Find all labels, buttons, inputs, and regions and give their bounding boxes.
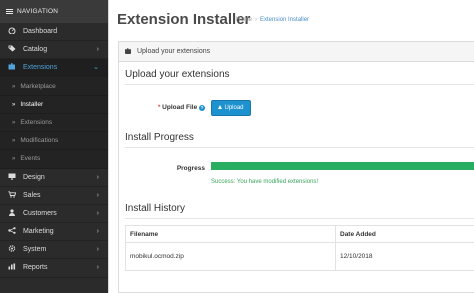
share-icon (8, 227, 16, 234)
table-row: mobikul.ocmod.zip 12/10/2018 (125, 242, 474, 271)
double-chevron-icon: » (12, 138, 16, 145)
sidebar-item-label: Customers (22, 209, 57, 217)
sidebar-menu: Dashboard Catalog › Extensions ⌄ » Market… (0, 23, 108, 278)
sidebar-item-sales[interactable]: Sales › (0, 187, 108, 205)
user-icon (9, 209, 15, 216)
sidebar-subitem-marketplace[interactable]: » Marketplace (0, 77, 108, 96)
chevron-right-icon: › (96, 173, 99, 181)
sidebar-item-marketing[interactable]: Marketing › (0, 223, 108, 242)
sidebar-item-label: Marketing (22, 228, 54, 236)
chevron-right-icon: › (96, 209, 99, 217)
chevron-right-icon: › (96, 191, 99, 199)
double-chevron-icon: » (12, 101, 16, 108)
puzzle-icon (8, 63, 15, 70)
page-title: Extension Installer (117, 11, 251, 28)
chevron-down-icon: ⌄ (93, 64, 99, 72)
upload-file-label: * Upload File ? (139, 104, 205, 111)
monitor-icon (8, 173, 16, 180)
sidebar-item-label: Catalog (22, 46, 48, 54)
sidebar-item-label: System (22, 246, 47, 254)
chevron-right-icon: › (96, 264, 99, 272)
section-divider (125, 218, 474, 219)
sidebar-subitem-label: Extensions (20, 118, 53, 126)
success-message: Success: You have modified extensions! (211, 179, 319, 185)
section-divider (125, 147, 474, 148)
breadcrumb-current[interactable]: Extension Installer (260, 17, 309, 23)
sidebar-item-label: Dashboard (22, 28, 58, 35)
sidebar-item-reports[interactable]: Reports › (0, 259, 108, 278)
double-chevron-icon: » (12, 119, 16, 126)
upload-section-title: Upload your extensions (125, 69, 230, 80)
install-history-title: Install History (125, 203, 186, 214)
chevron-right-icon: › (96, 246, 99, 254)
cog-icon (8, 245, 16, 252)
panel-heading: Upload your extensions (119, 42, 474, 62)
navigation-header-label: NAVIGATION (17, 8, 59, 15)
hamburger-icon (6, 8, 13, 15)
install-progress-bar (211, 162, 474, 170)
cart-icon (8, 191, 16, 198)
history-date-cell: 12/10/2018 (335, 242, 474, 271)
sidebar-item-extensions[interactable]: Extensions ⌄ (0, 59, 108, 78)
sidebar-subitem-label: Installer (20, 100, 44, 108)
panel-heading-label: Upload your extensions (136, 48, 211, 55)
sidebar-item-label: Extensions (22, 64, 58, 72)
table-header-row: Filename Date Added (125, 225, 474, 243)
main-content: Extension Installer Home › Extension Insta… (109, 0, 474, 293)
navigation-header[interactable]: NAVIGATION (0, 0, 108, 23)
chevron-right-icon: › (96, 46, 99, 54)
sidebar-item-system[interactable]: System › (0, 241, 108, 260)
double-chevron-icon: » (12, 156, 16, 163)
sidebar-item-label: Sales (22, 191, 41, 199)
sidebar-subitem-extensions[interactable]: » Extensions (0, 113, 108, 133)
install-history-table: Filename Date Added mobikul.ocmod.zip 12… (125, 225, 474, 271)
history-filename-cell: mobikul.ocmod.zip (125, 242, 336, 271)
upload-button[interactable]: Upload (211, 100, 251, 116)
breadcrumb: Home › Extension Installer (236, 17, 309, 23)
sidebar-item-customers[interactable]: Customers › (0, 205, 108, 224)
breadcrumb-home[interactable]: Home (236, 17, 252, 23)
chevron-right-icon: › (96, 228, 99, 236)
sidebar-subitem-installer[interactable]: » Installer (0, 95, 108, 114)
sidebar-item-label: Reports (22, 264, 48, 272)
sidebar-item-dashboard[interactable]: Dashboard (0, 23, 108, 42)
sidebar-item-design[interactable]: Design › (0, 169, 108, 187)
sidebar-item-catalog[interactable]: Catalog › (0, 41, 108, 60)
required-mark: * (157, 104, 161, 111)
sidebar-item-label: Design (22, 173, 45, 181)
sidebar-subitem-events[interactable]: » Events (0, 150, 108, 169)
bar-chart-icon (8, 263, 16, 270)
upload-button-label: Upload (224, 105, 244, 111)
puzzle-icon (125, 48, 131, 54)
column-header-filename: Filename (125, 225, 336, 243)
dashboard-icon (8, 27, 16, 34)
section-divider (125, 84, 474, 85)
sidebar-subitem-label: Events (20, 155, 41, 163)
breadcrumb-separator: › (255, 17, 258, 23)
column-header-date-added: Date Added (335, 225, 474, 243)
progress-label: Progress (176, 165, 205, 172)
sidebar-subitem-label: Marketplace (20, 82, 56, 90)
double-chevron-icon: » (12, 83, 16, 90)
sidebar: NAVIGATION Dashboard Catalog › Extension… (0, 0, 108, 293)
help-icon[interactable]: ? (199, 105, 205, 111)
install-progress-fill (211, 162, 474, 170)
upload-icon (218, 105, 223, 109)
sidebar-subitem-modifications[interactable]: » Modifications (0, 132, 108, 151)
install-progress-title: Install Progress (125, 132, 194, 143)
sidebar-subitem-label: Modifications (20, 137, 59, 145)
tag-icon (8, 45, 16, 52)
upload-panel: Upload your extensions Upload your exten… (118, 41, 474, 293)
upload-file-label-text: Upload File (162, 104, 198, 111)
